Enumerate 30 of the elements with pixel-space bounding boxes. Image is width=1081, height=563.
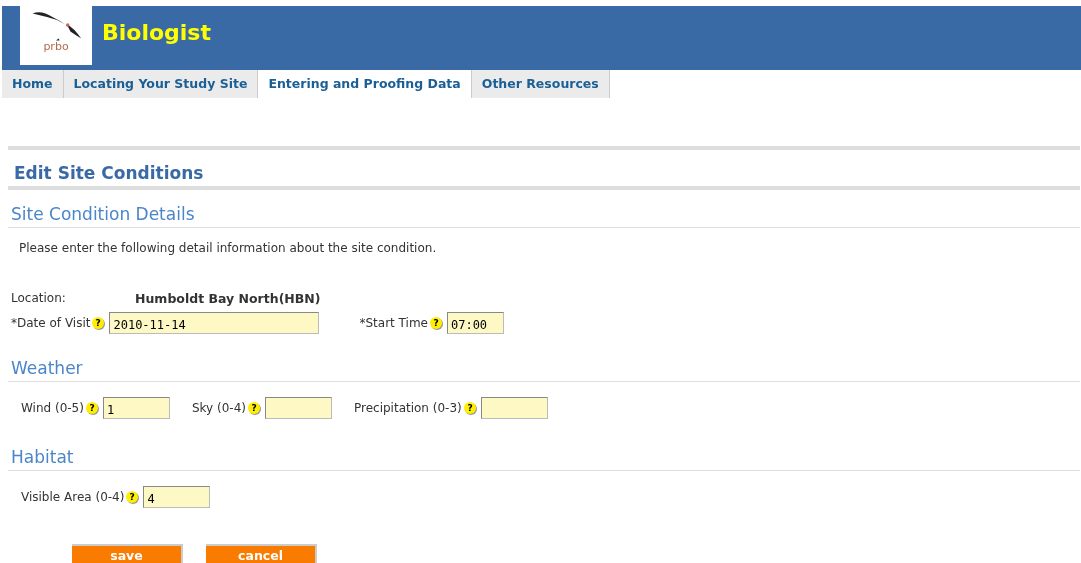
- input-field[interactable]: 1: [102, 397, 170, 419]
- page-title: Edit Site Conditions: [8, 146, 1080, 190]
- section-heading: Weather: [8, 344, 1080, 382]
- field-label: Location:: [11, 291, 67, 306]
- section-heading: Habitat: [8, 433, 1080, 471]
- field-label: Sky (0-4): [191, 401, 246, 415]
- logo-text: prbo: [43, 40, 69, 53]
- help-icon[interactable]: ?: [84, 401, 99, 415]
- input-field[interactable]: [264, 397, 332, 419]
- input-field[interactable]: 4: [143, 486, 211, 508]
- input-field[interactable]: 07:00: [446, 312, 504, 334]
- section-heading: Site Condition Details: [8, 190, 1080, 228]
- field-label: Wind (0-5): [21, 401, 84, 415]
- input-field[interactable]: 2010-11-14: [109, 312, 320, 334]
- field-label: Precipitation (0-3): [353, 401, 462, 415]
- field-label: Visible Area (0-4): [21, 490, 125, 504]
- help-icon[interactable]: ?: [428, 316, 443, 330]
- help-icon[interactable]: ?: [462, 401, 477, 415]
- nav-tab[interactable]: Home: [2, 70, 64, 98]
- help-icon[interactable]: ?: [246, 401, 261, 415]
- help-icon[interactable]: ?: [91, 316, 106, 330]
- nav-tab[interactable]: Other Resources: [471, 70, 610, 98]
- nav-tab[interactable]: Locating Your Study Site: [63, 70, 259, 98]
- field-label: *Start Time: [359, 316, 428, 330]
- help-icon[interactable]: ?: [125, 490, 140, 504]
- intro-text: Please enter the following detail information about the site condition.: [18, 240, 438, 255]
- field-label: *Date of Visit: [11, 316, 91, 330]
- input-field[interactable]: [480, 397, 548, 419]
- app-title: Biologist: [102, 19, 211, 45]
- location-value: Humboldt Bay North(HBN): [135, 291, 321, 306]
